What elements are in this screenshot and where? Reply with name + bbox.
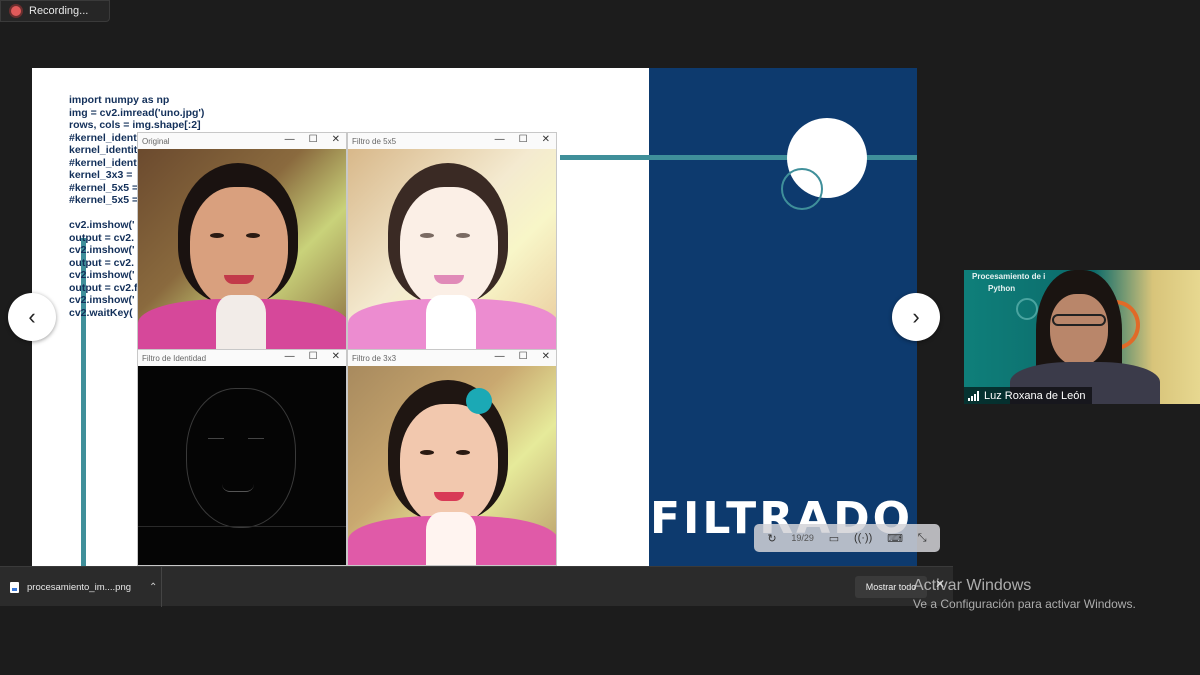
maximize-icon[interactable]: ☐	[309, 134, 318, 145]
download-filename: procesamiento_im....png	[27, 581, 132, 593]
image-filtro-3x3	[348, 366, 556, 565]
window-original[interactable]: Original — ☐ ✕	[137, 132, 347, 352]
maximize-icon[interactable]: ☐	[519, 351, 528, 362]
window-titlebar[interactable]: Original — ☐ ✕	[138, 133, 346, 149]
minimize-icon[interactable]: —	[285, 134, 295, 145]
window-titlebar[interactable]: Filtro de 5x5 — ☐ ✕	[348, 133, 556, 149]
code-line: rows, cols = img.shape[:2]	[69, 119, 201, 131]
window-title: Filtro de Identidad	[142, 353, 207, 363]
slide-blue-panel	[649, 68, 917, 566]
close-icon[interactable]: ✕	[542, 351, 550, 362]
chevron-left-icon: ‹	[28, 304, 36, 329]
presenter-toolbar: ↻ 19/29 ▭ ((·)) ⌨ ⤡	[754, 524, 940, 552]
close-icon[interactable]: ✕	[332, 351, 340, 362]
minimize-icon[interactable]: —	[495, 351, 505, 362]
previous-slide-button[interactable]: ‹	[8, 293, 56, 341]
activation-title: Activar Windows	[913, 577, 1032, 594]
image-original	[138, 149, 346, 351]
participant-video[interactable]: Procesamiento de i Python Luz Roxana de …	[964, 270, 1200, 404]
code-line: import numpy as np	[69, 94, 170, 106]
page-counter: 19/29	[791, 533, 814, 543]
image-filtro-5x5	[348, 149, 556, 351]
close-icon[interactable]: ✕	[332, 134, 340, 145]
window-titlebar[interactable]: Filtro de 3x3 — ☐ ✕	[348, 350, 556, 366]
window-title: Filtro de 5x5	[352, 136, 397, 146]
next-slide-button[interactable]: ›	[892, 293, 940, 341]
recording-label: Recording...	[29, 5, 89, 17]
shared-slide: import numpy as np img = cv2.imread('uno.…	[32, 68, 917, 566]
recording-indicator[interactable]: Recording...	[0, 0, 110, 22]
collapse-icon[interactable]: ⤡	[918, 532, 927, 545]
slide-decor-ring	[781, 168, 823, 210]
file-icon	[10, 581, 19, 593]
meeting-screen: Recording... import numpy as np img = cv2…	[0, 0, 1200, 675]
maximize-icon[interactable]: ☐	[309, 351, 318, 362]
windows-activation-watermark: Activar Windows Ve a Configuración para …	[913, 577, 1136, 611]
broadcast-icon[interactable]: ((·))	[854, 532, 872, 544]
participant-name-tag: Luz Roxana de León	[964, 387, 1092, 404]
chevron-right-icon: ›	[912, 304, 920, 329]
window-title: Filtro de 3x3	[352, 353, 397, 363]
pointer-highlight	[466, 388, 492, 414]
refresh-icon[interactable]: ↻	[767, 532, 776, 545]
code-line: img = cv2.imread('uno.jpg')	[69, 106, 205, 119]
chevron-up-icon[interactable]: ⌃	[149, 582, 157, 593]
window-filtro-identidad[interactable]: Filtro de Identidad — ☐ ✕	[137, 349, 347, 566]
window-titlebar[interactable]: Filtro de Identidad — ☐ ✕	[138, 350, 346, 366]
slides-icon[interactable]: ▭	[829, 532, 839, 545]
minimize-icon[interactable]: —	[495, 134, 505, 145]
image-filtro-identidad	[138, 366, 346, 565]
window-title: Original	[142, 136, 170, 146]
video-bg-text: Procesamiento de i	[972, 272, 1046, 281]
video-bg-text: Python	[988, 284, 1016, 293]
keyboard-icon[interactable]: ⌨	[887, 532, 903, 545]
window-filtro-3x3[interactable]: Filtro de 3x3 — ☐ ✕	[347, 349, 557, 566]
download-bar: procesamiento_im....png ⌃ Mostrar todo ✕	[0, 566, 953, 607]
activation-subtitle: Ve a Configuración para activar Windows.	[913, 597, 1136, 611]
signal-icon	[968, 390, 979, 401]
close-icon[interactable]: ✕	[542, 134, 550, 145]
minimize-icon[interactable]: —	[285, 351, 295, 362]
window-filtro-5x5[interactable]: Filtro de 5x5 — ☐ ✕	[347, 132, 557, 352]
maximize-icon[interactable]: ☐	[519, 134, 528, 145]
participant-name: Luz Roxana de León	[984, 389, 1086, 402]
download-item[interactable]: procesamiento_im....png ⌃	[0, 567, 162, 607]
record-icon	[11, 6, 21, 16]
